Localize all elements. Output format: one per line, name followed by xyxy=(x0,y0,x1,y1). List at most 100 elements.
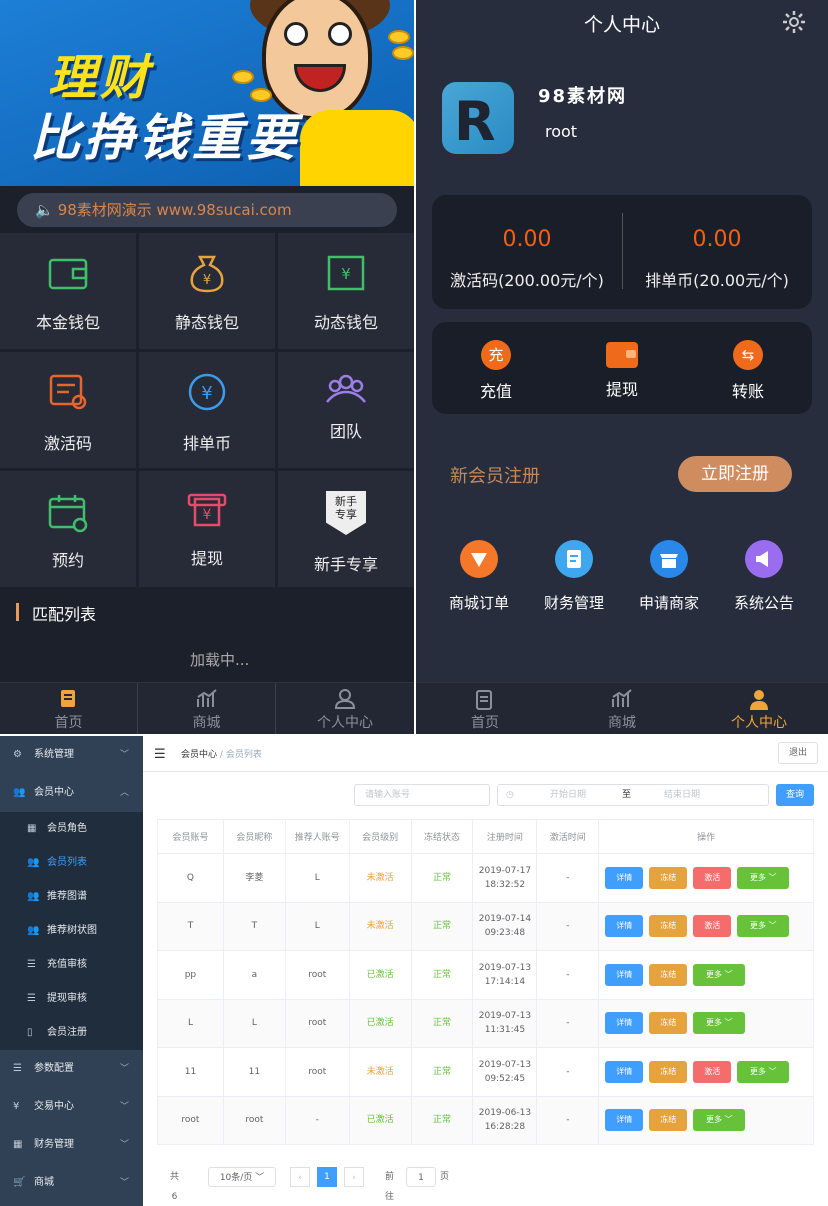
grid-item-principal-wallet[interactable]: 本金钱包 xyxy=(0,233,136,349)
chevron-down-icon: ﹀ xyxy=(119,1178,129,1188)
bottom-tab-bar: 首页 商城 个人中心 xyxy=(0,682,414,734)
sidebar-item-member-role[interactable]: ▦ 会员角色 xyxy=(0,812,143,846)
goto-page-input[interactable]: 1 xyxy=(406,1167,436,1187)
action-label: 转账 xyxy=(731,382,764,401)
transfer-button[interactable]: ⇆ 转账 xyxy=(698,340,798,402)
menu-toggle-icon[interactable]: ☰ xyxy=(154,747,166,762)
cell-nickname: 11 xyxy=(222,1047,286,1097)
grid-item-reservation[interactable]: 预约 xyxy=(0,471,136,587)
start-date-field[interactable]: 开始日期 xyxy=(550,785,586,805)
freeze-button[interactable]: 冻结 xyxy=(649,1109,688,1132)
activate-button[interactable]: 激活 xyxy=(693,1060,732,1083)
detail-button[interactable]: 详情 xyxy=(605,915,644,938)
sidebar-item-withdraw-review[interactable]: ☰ 提现审核 xyxy=(0,982,143,1016)
gear-icon[interactable] xyxy=(782,10,806,34)
grid-item-dynamic-wallet[interactable]: ¥ 动态钱包 xyxy=(278,233,414,349)
column-header: 会员账号 xyxy=(157,819,224,854)
logout-button[interactable]: 退出 xyxy=(778,742,818,764)
sidebar-item-system[interactable]: ⚙ 系统管理 ﹀ xyxy=(0,736,143,774)
logo-letter: R xyxy=(454,90,496,153)
sidebar-item-recharge-review[interactable]: ☰ 充值审核 xyxy=(0,948,143,982)
cell-account: T xyxy=(157,901,224,951)
grid-item-queue-coin[interactable]: ¥ 排单币 xyxy=(139,352,275,468)
tab-home[interactable]: 首页 xyxy=(0,683,138,734)
sidebar-item-member-center[interactable]: 👥 会员中心 ︿ xyxy=(0,774,143,812)
avatar[interactable]: R xyxy=(442,82,514,154)
cell-actions: 详情 冻结 更多 ﹀ xyxy=(598,1095,814,1145)
cart-icon: 🛒 xyxy=(13,1177,26,1188)
grid-item-label: 排单币 xyxy=(182,434,231,453)
cartoon-body xyxy=(300,110,414,186)
cell-nickname: T xyxy=(222,901,286,951)
activate-button[interactable]: 激活 xyxy=(693,915,732,938)
detail-button[interactable]: 详情 xyxy=(605,1109,644,1132)
date-range-picker[interactable]: ◷ 开始日期 至 结束日期 xyxy=(497,784,769,806)
sidebar-item-trading[interactable]: ¥ 交易中心 ﹀ xyxy=(0,1088,143,1126)
svg-text:¥: ¥ xyxy=(203,507,212,523)
sidebar-item-mall[interactable]: 🛒 商城 ﹀ xyxy=(0,1164,143,1202)
sidebar-item-member-register[interactable]: ▯ 会员注册 xyxy=(0,1016,143,1050)
end-date-field[interactable]: 结束日期 xyxy=(664,785,700,805)
query-button[interactable]: 查询 xyxy=(776,784,814,806)
freeze-button[interactable]: 冻结 xyxy=(649,1060,688,1083)
next-page-button[interactable]: › xyxy=(344,1167,364,1187)
grid-item-newbie[interactable]: 新手 专享 新手专享 xyxy=(278,471,414,587)
feature-grid: 本金钱包 ¥ 静态钱包 ¥ 动态钱包 激活码 ¥ 排单币 团队 预约 ¥ 提现 … xyxy=(0,233,414,587)
table-row: 11 11 root 未激活 正常 2019-07-13 09:52:45- 详情 冻结 激活 更多… xyxy=(157,1047,814,1097)
activate-button[interactable]: 激活 xyxy=(693,866,732,889)
account-search-input[interactable]: 请输入账号 xyxy=(354,784,490,806)
home-doc-icon xyxy=(60,690,75,707)
prev-page-button[interactable]: ‹ xyxy=(290,1167,310,1187)
freeze-button[interactable]: 冻结 xyxy=(649,866,688,889)
tab-profile-active[interactable]: 个人中心 xyxy=(690,683,828,734)
notice-bar[interactable]: 🔈 98素材网演示 www.98sucai.com xyxy=(17,193,397,227)
detail-button[interactable]: 详情 xyxy=(605,1060,644,1083)
tab-mall[interactable]: 商城 xyxy=(553,683,691,734)
register-button[interactable]: 立即注册 xyxy=(678,456,792,492)
detail-button[interactable]: 详情 xyxy=(605,866,644,889)
detail-button[interactable]: 详情 xyxy=(605,1012,644,1035)
service-finance[interactable]: 财务管理 xyxy=(529,540,619,613)
more-dropdown-button[interactable]: 更多 ﹀ xyxy=(693,1012,746,1035)
recharge-button[interactable]: 充 充值 xyxy=(446,340,546,402)
grid-item-team[interactable]: 团队 xyxy=(278,352,414,468)
tab-profile[interactable]: 个人中心 xyxy=(276,683,414,734)
service-apply-merchant[interactable]: 申请商家 xyxy=(624,540,714,613)
cell-account: 11 xyxy=(157,1047,224,1097)
chevron-down-icon: ﹀ xyxy=(765,872,777,882)
tab-home[interactable]: 首页 xyxy=(416,683,554,734)
tab-label: 个人中心 xyxy=(317,715,373,731)
grid-item-activation-code[interactable]: 激活码 xyxy=(0,352,136,468)
freeze-button[interactable]: 冻结 xyxy=(649,915,688,938)
grid-item-withdraw[interactable]: ¥ 提现 xyxy=(139,471,275,587)
page-title: 个人中心 xyxy=(583,14,660,36)
sidebar-item-label: 系统管理 xyxy=(34,749,74,760)
grid-item-static-wallet[interactable]: ¥ 静态钱包 xyxy=(139,233,275,349)
sidebar-item-member-list[interactable]: 👥 会员列表 xyxy=(0,846,143,880)
service-announcement[interactable]: 系统公告 xyxy=(719,540,809,613)
more-dropdown-button[interactable]: 更多 ﹀ xyxy=(737,866,790,889)
breadcrumb-current: 会员列表 xyxy=(225,750,262,760)
sidebar-item-params[interactable]: ☰ 参数配置 ﹀ xyxy=(0,1050,143,1088)
more-dropdown-button[interactable]: 更多 ﹀ xyxy=(693,1109,746,1132)
more-dropdown-button[interactable]: 更多 ﹀ xyxy=(693,963,746,986)
tab-mall[interactable]: 商城 xyxy=(138,683,276,734)
yen-icon: ¥ xyxy=(13,1101,20,1112)
service-mall-orders[interactable]: 商城订单 xyxy=(434,540,524,613)
page-number-active[interactable]: 1 xyxy=(317,1167,337,1187)
more-dropdown-button[interactable]: 更多 ﹀ xyxy=(737,1060,790,1083)
freeze-button[interactable]: 冻结 xyxy=(649,963,688,986)
chart-icon xyxy=(612,689,632,707)
sidebar-item-referral-tree[interactable]: 👥 推荐树状图 xyxy=(0,914,143,948)
users-icon: 👥 xyxy=(27,925,40,936)
freeze-button[interactable]: 冻结 xyxy=(649,1012,688,1035)
cell-actions: 详情 冻结 激活 更多 ﹀ xyxy=(598,901,814,951)
detail-button[interactable]: 详情 xyxy=(605,963,644,986)
withdraw-button[interactable]: 提现 xyxy=(572,340,672,400)
page-size-select[interactable]: 10条/页 ﹀ xyxy=(208,1167,276,1187)
breadcrumb-item[interactable]: 会员中心 xyxy=(181,750,217,760)
more-dropdown-button[interactable]: 更多 ﹀ xyxy=(737,915,790,938)
promo-banner[interactable]: 理财 比挣钱重要 xyxy=(0,0,414,186)
sidebar-item-referral-graph[interactable]: 👥 推荐图谱 xyxy=(0,880,143,914)
sidebar-item-finance[interactable]: ▦ 财务管理 ﹀ xyxy=(0,1126,143,1164)
